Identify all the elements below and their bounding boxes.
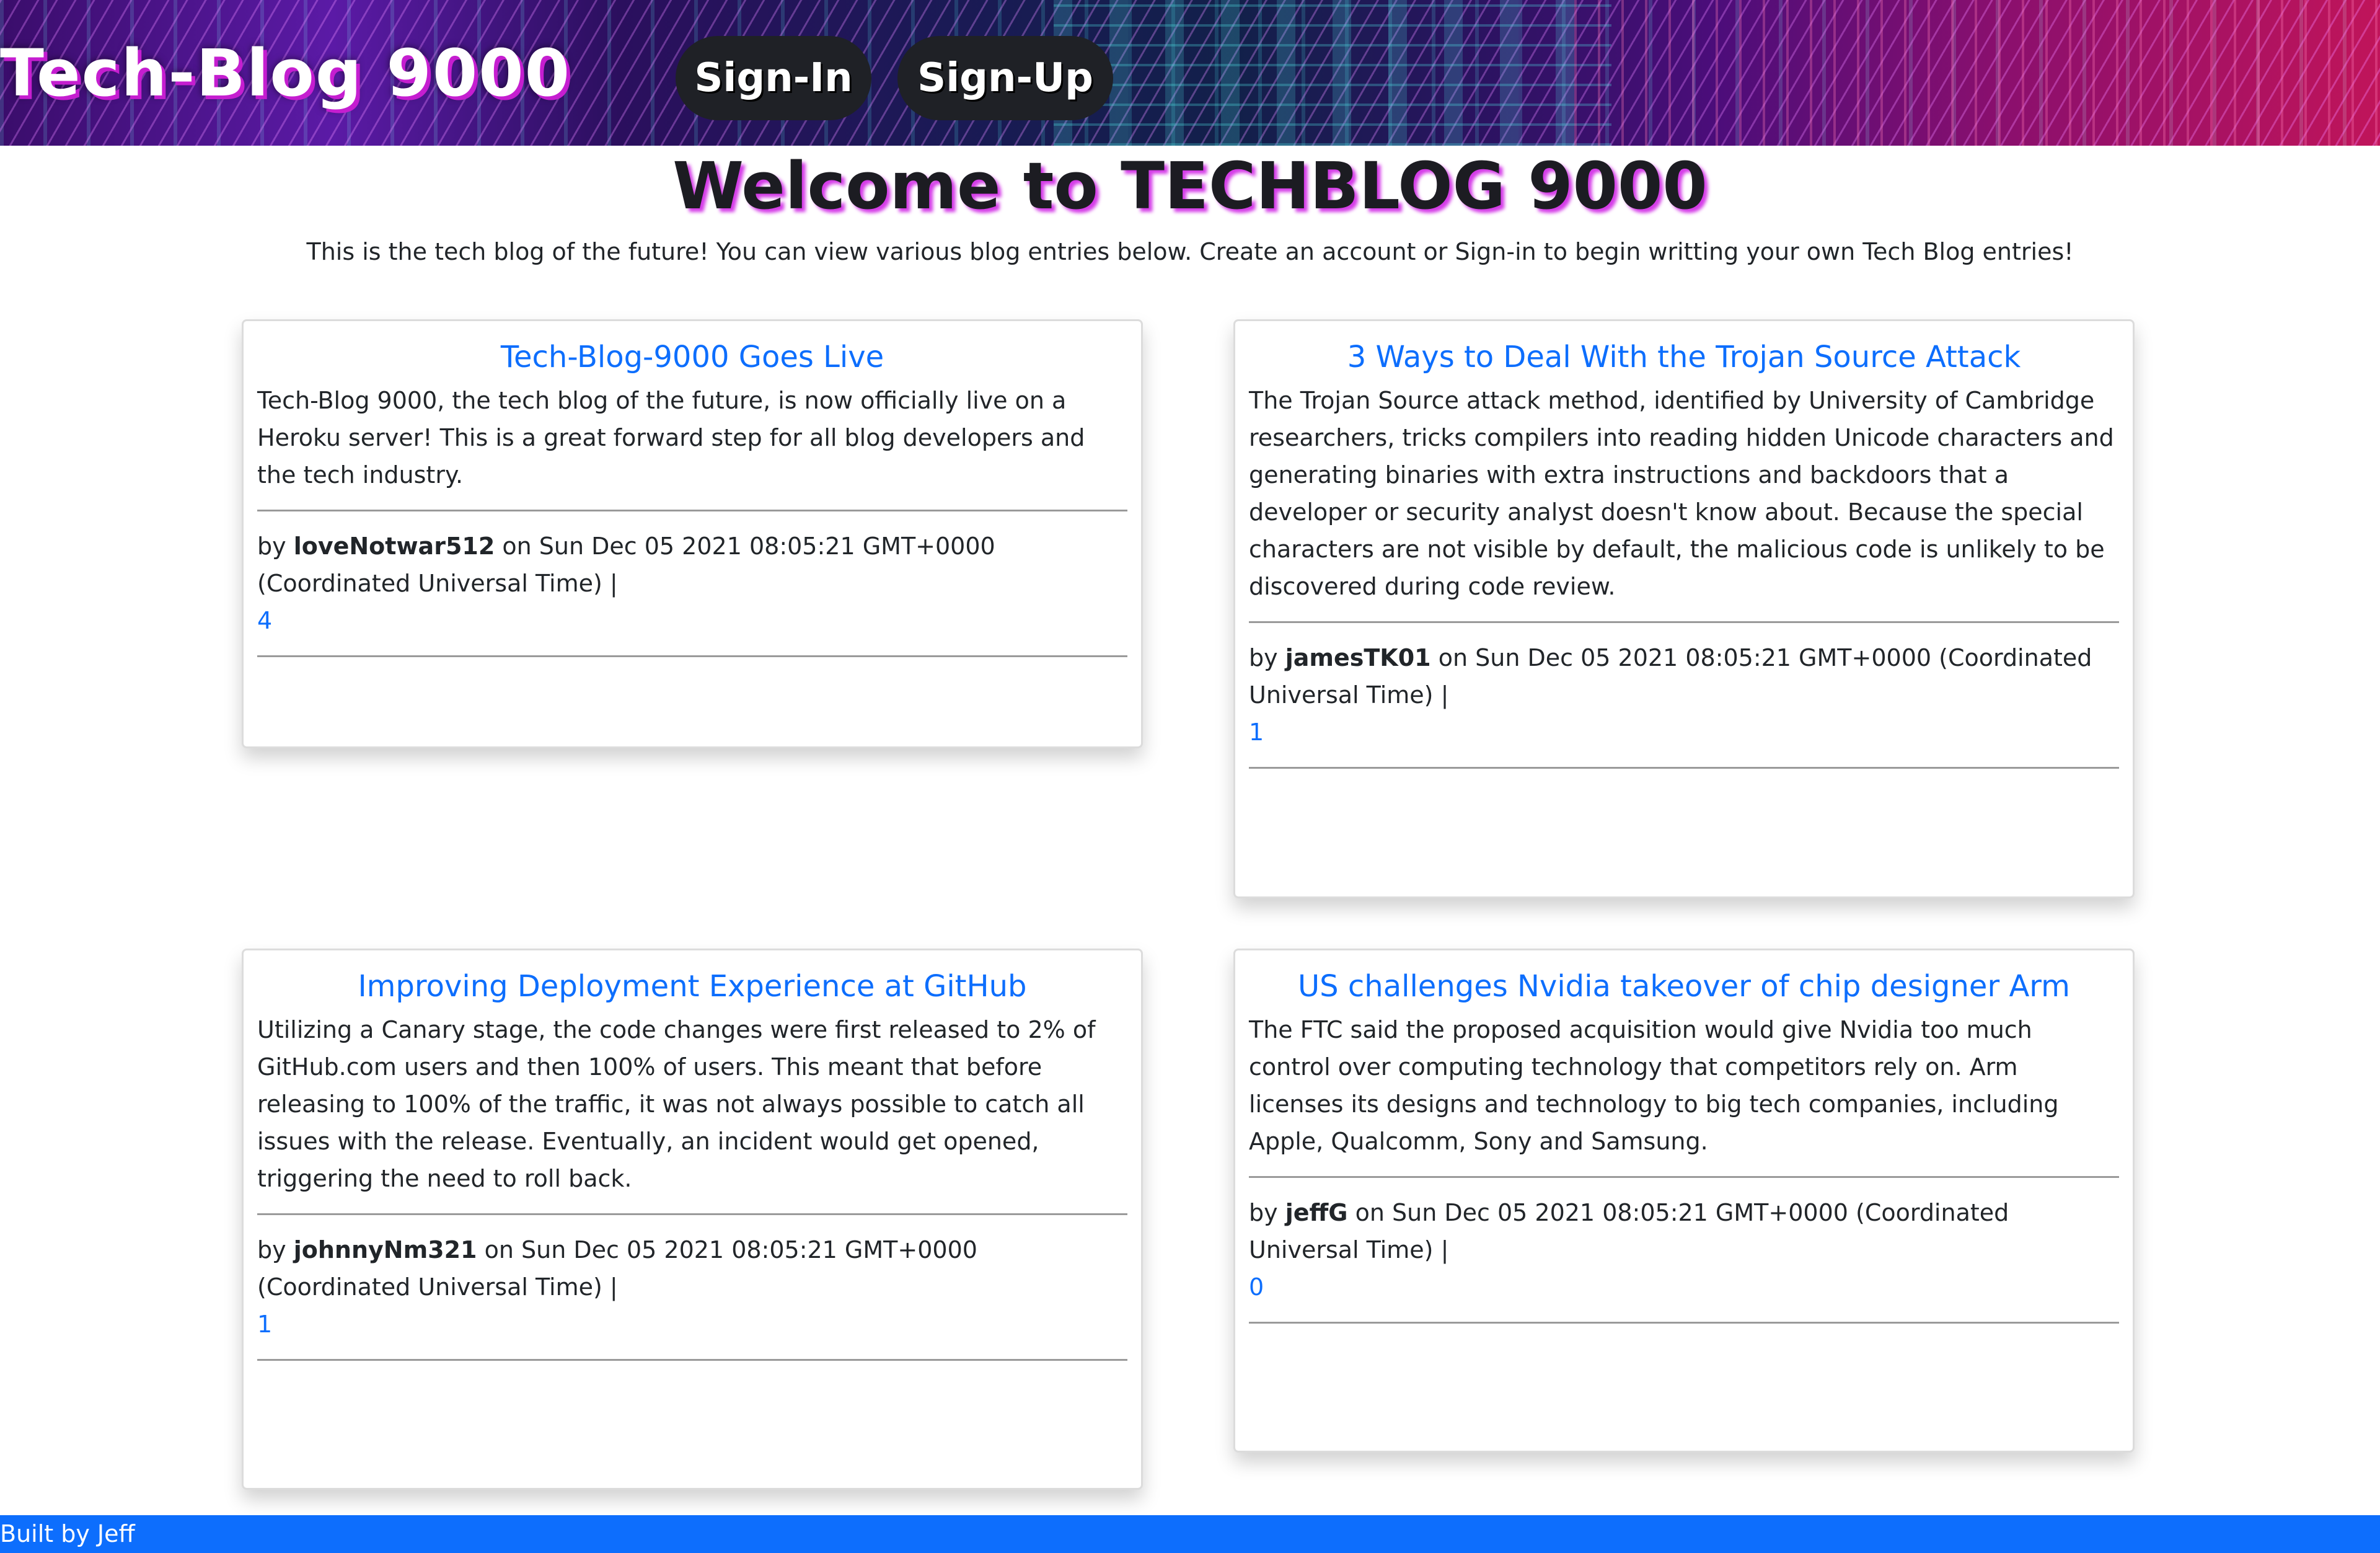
blog-post-card: 3 Ways to Deal With the Trojan Source At… <box>1233 319 2135 898</box>
post-meta: by jeffG on Sun Dec 05 2021 08:05:21 GMT… <box>1249 1194 2119 1268</box>
post-body: Utilizing a Canary stage, the code chang… <box>257 1016 1096 1192</box>
divider <box>257 510 1127 511</box>
post-title-link[interactable]: US challenges Nvidia takeover of chip de… <box>1248 964 2120 1009</box>
banner-background-grid <box>1054 0 1611 146</box>
comment-count-link[interactable]: 1 <box>1249 714 2119 751</box>
post-title-link[interactable]: 3 Ways to Deal With the Trojan Source At… <box>1248 335 2120 379</box>
banner-background-lights <box>1574 0 2380 146</box>
post-body: Tech-Blog 9000, the tech blog of the fut… <box>257 387 1085 489</box>
site-logo[interactable]: Tech-Blog 9000 <box>0 36 571 110</box>
post-title-link[interactable]: Improving Deployment Experience at GitHu… <box>256 964 1129 1009</box>
page-title: Welcome to TECHBLOG 9000 <box>672 148 1708 224</box>
post-meta: by loveNotwar512 on Sun Dec 05 2021 08:0… <box>257 528 1127 602</box>
footer: Built by Jeff <box>0 1515 2380 1553</box>
post-body: The Trojan Source attack method, identif… <box>1249 387 2114 600</box>
post-author: loveNotwar512 <box>293 533 495 560</box>
divider <box>257 1213 1127 1215</box>
post-author: johnnyNm321 <box>293 1236 477 1263</box>
post-meta: by johnnyNm321 on Sun Dec 05 2021 08:05:… <box>257 1231 1127 1306</box>
post-author: jeffG <box>1285 1199 1348 1226</box>
comment-count-link[interactable]: 4 <box>257 602 1127 639</box>
divider <box>1249 621 2119 623</box>
post-author: jamesTK01 <box>1285 644 1431 671</box>
divider <box>257 655 1127 657</box>
by-label: by <box>257 1236 286 1263</box>
sign-in-button[interactable]: Sign-In <box>676 36 871 120</box>
blog-post-card: Tech-Blog-9000 Goes Live Tech-Blog 9000,… <box>242 319 1143 748</box>
post-body: The FTC said the proposed acquisition wo… <box>1249 1016 2059 1155</box>
by-label: by <box>1249 644 1278 671</box>
by-label: by <box>1249 1199 1278 1226</box>
sign-up-button[interactable]: Sign-Up <box>897 36 1113 120</box>
divider <box>1249 1176 2119 1178</box>
header-banner: Tech-Blog 9000 Sign-In Sign-Up <box>0 0 2380 146</box>
divider <box>1249 767 2119 769</box>
comment-count-link[interactable]: 0 <box>1249 1268 2119 1306</box>
post-meta: by jamesTK01 on Sun Dec 05 2021 08:05:21… <box>1249 639 2119 714</box>
by-label: by <box>257 533 286 560</box>
blog-post-card: Improving Deployment Experience at GitHu… <box>242 949 1143 1490</box>
post-title-link[interactable]: Tech-Blog-9000 Goes Live <box>256 335 1129 379</box>
divider <box>1249 1322 2119 1324</box>
post-date: on Sun Dec 05 2021 08:05:21 GMT+0000 (Co… <box>1249 1199 2009 1263</box>
divider <box>257 1359 1127 1361</box>
blog-post-card: US challenges Nvidia takeover of chip de… <box>1233 949 2135 1453</box>
intro-text: This is the tech blog of the future! You… <box>306 238 2074 265</box>
comment-count-link[interactable]: 1 <box>257 1306 1127 1343</box>
footer-credit: Built by Jeff <box>0 1520 135 1547</box>
